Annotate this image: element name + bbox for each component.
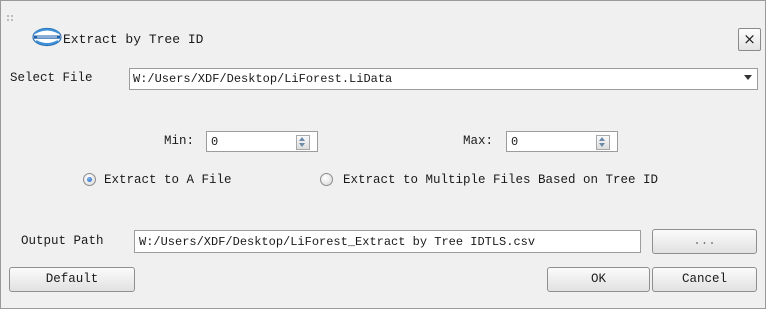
max-spinbox[interactable]: 0 bbox=[506, 131, 618, 152]
radio-label[interactable]: Extract to A File bbox=[104, 173, 232, 187]
output-path-input[interactable]: W:/Users/XDF/Desktop/LiForest_Extract by… bbox=[134, 230, 641, 253]
close-button[interactable]: × bbox=[738, 28, 761, 51]
spin-up-icon[interactable] bbox=[299, 137, 305, 141]
spin-down-icon[interactable] bbox=[599, 143, 605, 147]
browse-button[interactable]: ... bbox=[652, 229, 757, 254]
title-bar[interactable]: Extract by Tree ID × bbox=[1, 1, 765, 55]
max-stepper[interactable] bbox=[596, 135, 610, 150]
spin-up-icon[interactable] bbox=[599, 137, 605, 141]
select-file-dropdown[interactable]: W:/Users/XDF/Desktop/LiForest.LiData bbox=[129, 68, 758, 90]
close-icon: × bbox=[743, 30, 756, 48]
max-value: 0 bbox=[511, 135, 519, 149]
min-spinbox[interactable]: 0 bbox=[206, 131, 318, 152]
output-path-label: Output Path bbox=[21, 234, 104, 248]
window-title: Extract by Tree ID bbox=[63, 32, 204, 47]
radio-button[interactable] bbox=[320, 173, 333, 186]
app-logo-icon bbox=[31, 27, 65, 47]
extract-dialog: Extract by Tree ID × Select File W:/User… bbox=[0, 0, 766, 309]
min-label: Min: bbox=[164, 134, 195, 148]
spin-down-icon[interactable] bbox=[299, 143, 305, 147]
output-path-value: W:/Users/XDF/Desktop/LiForest_Extract by… bbox=[139, 235, 536, 249]
ok-button[interactable]: OK bbox=[547, 267, 650, 292]
default-button[interactable]: Default bbox=[9, 267, 135, 292]
drag-grip-icon[interactable] bbox=[7, 15, 15, 23]
max-label: Max: bbox=[463, 134, 494, 148]
min-stepper[interactable] bbox=[296, 135, 310, 150]
cancel-button[interactable]: Cancel bbox=[652, 267, 757, 292]
chevron-down-icon[interactable] bbox=[744, 75, 752, 80]
select-file-value: W:/Users/XDF/Desktop/LiForest.LiData bbox=[133, 72, 393, 86]
min-value: 0 bbox=[211, 135, 219, 149]
select-file-label: Select File bbox=[10, 71, 93, 85]
radio-button-checked[interactable] bbox=[83, 173, 96, 186]
radio-label[interactable]: Extract to Multiple Files Based on Tree … bbox=[343, 173, 658, 187]
